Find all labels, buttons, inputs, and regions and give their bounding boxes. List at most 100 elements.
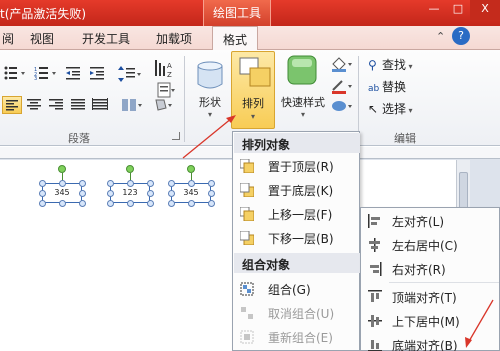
shape-fill-icon[interactable] [330, 56, 354, 72]
resize-handle[interactable] [39, 180, 46, 187]
menu-item-align-right[interactable]: 右对齐(R) [362, 257, 500, 281]
decrease-indent-icon[interactable] [66, 66, 82, 80]
resize-handle[interactable] [168, 180, 175, 187]
replace-icon: ab [368, 84, 380, 94]
bring-to-front-icon [240, 159, 254, 173]
align-top-icon [368, 290, 382, 302]
tab-developer[interactable]: 开发工具 [82, 30, 130, 47]
quick-styles-button[interactable]: 快速样式 ▾ [278, 54, 328, 124]
menu-item-align-middle[interactable]: 上下居中(M) [362, 309, 500, 333]
align-middle-icon [368, 315, 382, 327]
resize-handle[interactable] [127, 180, 134, 187]
editing-group-label: 编辑 [394, 132, 416, 145]
columns-icon[interactable] [122, 98, 144, 112]
resize-handle[interactable] [107, 190, 114, 197]
shape-effects-icon[interactable] [330, 98, 354, 114]
menu-item-align-left[interactable]: 左对齐(L) [362, 209, 500, 233]
sort-icon[interactable]: AZ [154, 58, 176, 80]
menu-item-bring-forward[interactable]: 上移一层(F) [234, 202, 360, 226]
select-button[interactable]: ↖ 选择 ▾ [368, 100, 413, 117]
paragraph-group-label: 段落 [68, 132, 90, 145]
arrange-button[interactable]: 排列 ▾ [231, 51, 275, 129]
rotation-handle[interactable] [126, 165, 134, 173]
resize-handle[interactable] [188, 180, 195, 187]
resize-handle[interactable] [79, 180, 86, 187]
resize-handle[interactable] [59, 200, 66, 207]
resize-handle[interactable] [147, 180, 154, 187]
find-button[interactable]: ⚲ 查找 ▾ [368, 56, 413, 73]
quick-styles-icon [287, 55, 317, 85]
tab-review[interactable]: 阅 [2, 30, 14, 47]
align-center-icon[interactable] [26, 98, 42, 112]
tab-format[interactable]: 格式 [212, 26, 259, 51]
resize-handle[interactable] [168, 200, 175, 207]
cursor-icon: ↖ [368, 102, 379, 116]
close-button[interactable]: X [470, 0, 500, 20]
help-icon[interactable]: ? [452, 27, 470, 45]
rotation-handle[interactable] [58, 165, 66, 173]
group-icon [240, 282, 254, 296]
shape-button[interactable]: 形状 ▾ [192, 54, 228, 124]
menu-item-send-backward[interactable]: 下移一层(B) [234, 226, 360, 250]
menu-item-regroup[interactable]: 重新组合(E) [234, 325, 360, 349]
resize-handle[interactable] [39, 190, 46, 197]
arrange-icon [239, 57, 271, 87]
resize-handle[interactable] [208, 190, 215, 197]
resize-handle[interactable] [79, 190, 86, 197]
resize-handle[interactable] [127, 200, 134, 207]
menu-header-arrange: 排列对象 [234, 133, 360, 153]
align-left-icon[interactable] [2, 96, 22, 114]
align-right-icon [370, 262, 382, 276]
resize-handle[interactable] [107, 180, 114, 187]
shading-icon[interactable] [154, 98, 176, 112]
menu-item-align-top[interactable]: 顶端对齐(T) [362, 285, 500, 309]
show-marks-icon[interactable] [156, 82, 176, 98]
menu-item-align-bottom[interactable]: 底端对齐(B) [362, 333, 500, 351]
justify-icon[interactable] [70, 98, 86, 112]
menu-item-ungroup[interactable]: 取消组合(U) [234, 301, 360, 325]
resize-handle[interactable] [147, 190, 154, 197]
binoculars-icon: ⚲ [368, 58, 377, 72]
tab-addins[interactable]: 加载项 [156, 30, 192, 47]
paragraph-dialog-launcher-icon[interactable] [172, 132, 180, 140]
send-to-back-icon [240, 183, 254, 197]
resize-handle[interactable] [208, 180, 215, 187]
resize-handle[interactable] [168, 190, 175, 197]
distribute-icon[interactable] [92, 98, 108, 112]
increase-indent-icon[interactable] [90, 66, 106, 80]
line-spacing-icon[interactable] [118, 66, 142, 82]
align-submenu: 左对齐(L) 左右居中(C) 右对齐(R) 顶端对齐(T) 上下居中(M) 底端… [360, 207, 500, 351]
numbering-icon[interactable]: 123 [34, 66, 60, 82]
menu-separator [389, 282, 499, 283]
resize-handle[interactable] [59, 180, 66, 187]
resize-handle[interactable] [188, 200, 195, 207]
align-right-icon[interactable] [48, 98, 64, 112]
tab-view[interactable]: 视图 [30, 30, 54, 47]
shape-icon [197, 61, 223, 89]
svg-text:Z: Z [167, 71, 172, 79]
bullets-icon[interactable] [4, 66, 28, 80]
arrange-dropdown-menu: 排列对象 置于顶层(R) 置于底层(K) 上移一层(F) 下移一层(B) 组合对… [232, 131, 360, 351]
replace-button[interactable]: ab 替换 [368, 78, 406, 95]
ungroup-icon [241, 307, 253, 319]
bring-forward-icon [240, 207, 254, 221]
resize-handle[interactable] [39, 200, 46, 207]
send-backward-icon [240, 231, 254, 245]
resize-handle[interactable] [79, 200, 86, 207]
menu-item-group[interactable]: 组合(G) [234, 277, 360, 301]
collapse-ribbon-icon[interactable]: ⌃ [436, 30, 450, 44]
rotation-handle[interactable] [187, 165, 195, 173]
window-title: t(产品激活失败) [0, 7, 87, 21]
minimize-button[interactable]: — [422, 0, 446, 20]
menu-item-align-center[interactable]: 左右居中(C) [362, 233, 500, 257]
shape-outline-icon[interactable] [330, 78, 354, 94]
ribbon-tab-row: 阅 视图 开发工具 加载项 格式 [0, 26, 500, 51]
resize-handle[interactable] [208, 200, 215, 207]
align-left-icon [368, 214, 380, 228]
scroll-thumb[interactable] [459, 172, 468, 212]
menu-item-bring-to-front[interactable]: 置于顶层(R) [234, 154, 360, 178]
menu-item-send-to-back[interactable]: 置于底层(K) [234, 178, 360, 202]
resize-handle[interactable] [107, 200, 114, 207]
restore-button[interactable]: □ [446, 0, 470, 20]
resize-handle[interactable] [147, 200, 154, 207]
